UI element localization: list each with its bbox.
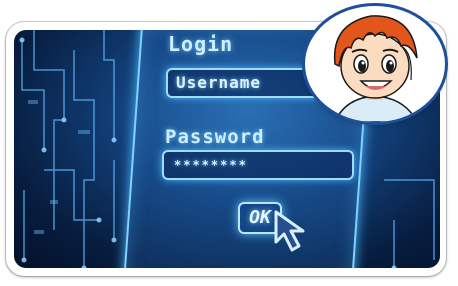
avatar-icon [305,6,445,122]
password-field: ******** [162,150,354,180]
login-label: Login [168,32,234,56]
password-label: Password [165,126,265,148]
mouse-cursor-icon [274,210,305,252]
